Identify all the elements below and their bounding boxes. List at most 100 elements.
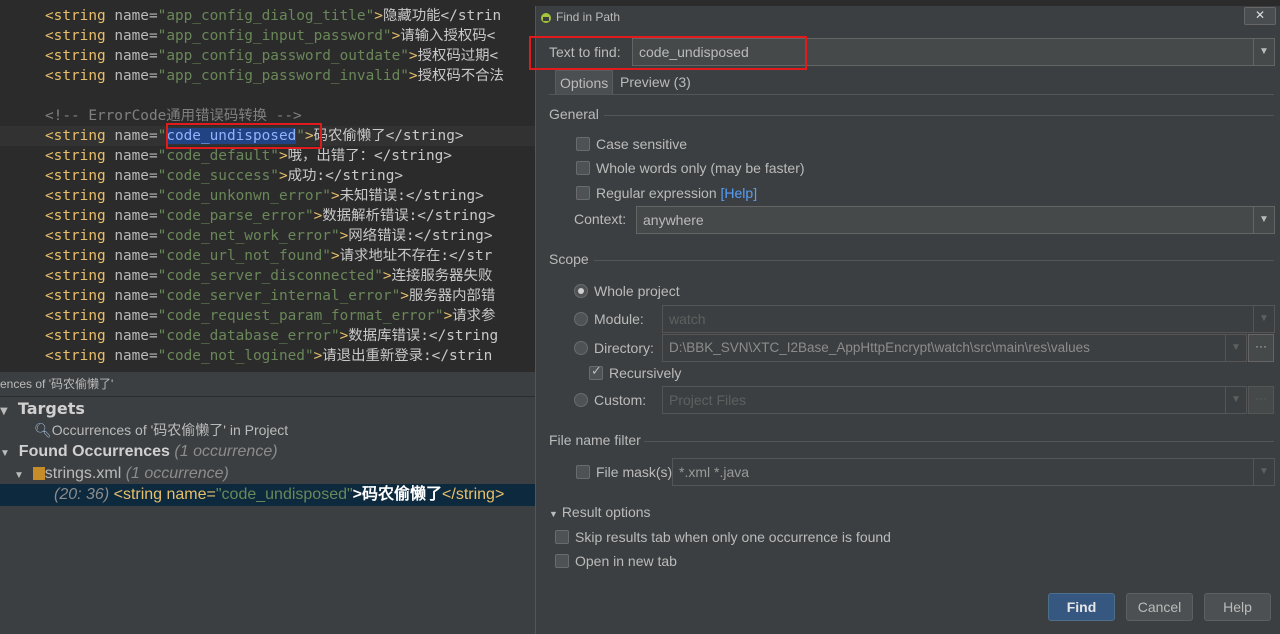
section-general: General xyxy=(549,106,599,122)
code-line[interactable]: <string name="code_database_error">数据库错误… xyxy=(0,326,498,346)
xml-attr: name= xyxy=(114,128,158,144)
xml-tag-open: <string xyxy=(45,188,115,204)
code-line[interactable]: <string name="code_server_internal_error… xyxy=(0,286,495,306)
code-line[interactable]: <string name="app_config_password_invali… xyxy=(0,66,504,86)
xml-tag-open: <string xyxy=(45,208,115,224)
directory-radio[interactable] xyxy=(574,341,588,355)
find-button[interactable]: Find xyxy=(1048,593,1115,621)
close-icon: ✕ xyxy=(1254,8,1266,22)
dialog-title-bar: Find in Path ✕ xyxy=(536,6,1280,30)
result-row[interactable]: (20: 36) <string name="code_undisposed">… xyxy=(54,484,504,506)
whole-words-checkbox[interactable] xyxy=(576,161,590,175)
whole-project-label: Whole project xyxy=(594,283,680,299)
xml-tag-open: <string xyxy=(45,308,115,324)
xml-attr: name= xyxy=(114,248,158,264)
tree-node-strings-xml[interactable]: ▼ strings.xml (1 occurrence) xyxy=(14,463,229,485)
code-line[interactable]: <string name="code_undisposed">码农偷懒了</st… xyxy=(0,126,464,146)
context-dropdown-arrow[interactable]: ▼ xyxy=(1253,206,1275,234)
code-line[interactable]: <string name="code_success">成功:</string> xyxy=(0,166,403,186)
scope-divider xyxy=(594,260,1274,261)
xml-attr-value: code_unkonwn_error xyxy=(166,188,323,204)
code-line[interactable]: <string name="code_parse_error">数据解析错误:<… xyxy=(0,206,495,226)
code-line[interactable]: <string name="app_config_dialog_title">隐… xyxy=(0,6,501,26)
tab-preview[interactable]: Preview (3) xyxy=(616,70,695,94)
module-select[interactable]: watch xyxy=(662,305,1254,333)
file-mask-dropdown-arrow[interactable]: ▼ xyxy=(1253,458,1275,486)
panel-title: ences of '码农偷懒了' xyxy=(0,372,535,397)
custom-dropdown-arrow[interactable]: ▼ xyxy=(1225,386,1247,414)
directory-input[interactable]: D:\BBK_SVN\XTC_I2Base_AppHttpEncrypt\wat… xyxy=(662,334,1226,362)
xml-attr-value: code_server_internal_error xyxy=(166,288,392,304)
android-icon xyxy=(540,11,552,23)
code-line[interactable]: <string name="code_url_not_found">请求地址不存… xyxy=(0,246,492,266)
code-line[interactable]: <string name="app_config_input_password"… xyxy=(0,26,495,46)
module-label: Module: xyxy=(594,311,644,327)
xml-tag-open: <string xyxy=(45,288,115,304)
tab-options[interactable]: Options xyxy=(555,70,614,95)
case-sensitive-checkbox[interactable] xyxy=(576,137,590,151)
code-line[interactable]: <string name="app_config_password_outdat… xyxy=(0,46,498,66)
tree-node-occurrences-in-project[interactable]: 🔍︎Occurrences of '码农偷懒了' in Project xyxy=(34,419,288,441)
custom-browse-button[interactable]: ··· xyxy=(1248,386,1274,414)
custom-select[interactable]: Project Files xyxy=(662,386,1226,414)
triangle-down-icon: ▼ xyxy=(549,509,558,519)
xml-attr: name= xyxy=(114,288,158,304)
custom-radio[interactable] xyxy=(574,393,588,407)
text-to-find-input[interactable]: code_undisposed xyxy=(632,38,1254,66)
file-mask-input[interactable]: *.xml *.java xyxy=(672,458,1254,486)
code-line[interactable]: <string name="code_net_work_error">网络错误:… xyxy=(0,226,492,246)
cancel-button[interactable]: Cancel xyxy=(1126,593,1193,621)
dialog-title: Find in Path xyxy=(556,10,621,24)
code-line[interactable]: <string name="code_request_param_format_… xyxy=(0,306,495,326)
close-button[interactable]: ✕ xyxy=(1244,7,1276,25)
directory-browse-button[interactable]: ··· xyxy=(1248,334,1274,362)
tree-node-found-occurrences[interactable]: ▼ Found Occurrences (1 occurrence) xyxy=(0,441,278,463)
xml-text: 隐藏功能</strin xyxy=(382,8,502,24)
regex-checkbox[interactable] xyxy=(576,186,590,200)
tree-node-targets[interactable]: ▼ Targets xyxy=(0,398,85,420)
search-icon: 🔍︎ xyxy=(34,423,52,439)
context-select[interactable]: anywhere xyxy=(636,206,1254,234)
module-dropdown-arrow[interactable]: ▼ xyxy=(1253,305,1275,333)
xml-text: 连接服务器失败 xyxy=(391,268,493,284)
history-dropdown-arrow[interactable]: ▼ xyxy=(1253,38,1275,66)
directory-label: Directory: xyxy=(594,340,654,356)
xml-tag-open: <string xyxy=(45,68,115,84)
xml-text: 成功:</string> xyxy=(287,168,404,184)
xml-text: 哦，出错了：</string> xyxy=(287,148,452,164)
xml-attr: name= xyxy=(114,8,158,24)
whole-project-radio[interactable] xyxy=(574,284,588,298)
regex-help-link[interactable]: [Help] xyxy=(721,185,758,201)
xml-attr: name= xyxy=(114,148,158,164)
find-in-path-dialog: Find in Path ✕ Text to find: code_undisp… xyxy=(529,6,1280,634)
skip-results-checkbox[interactable] xyxy=(555,530,569,544)
xml-tag-open: <string xyxy=(45,348,115,364)
result-options-toggle[interactable]: ▼ Result options xyxy=(549,504,651,520)
recursively-checkbox[interactable] xyxy=(589,363,603,380)
open-new-tab-checkbox[interactable] xyxy=(555,554,569,568)
code-editor[interactable]: <string name="app_config_dialog_title">隐… xyxy=(0,0,535,372)
xml-attr: name= xyxy=(114,168,158,184)
help-button[interactable]: Help xyxy=(1204,593,1271,621)
xml-tag-open: <string xyxy=(45,168,115,184)
whole-words-label: Whole words only (may be faster) xyxy=(596,160,805,176)
context-label: Context: xyxy=(574,211,627,227)
tabs-divider xyxy=(549,94,1274,95)
xml-tag-open: <string xyxy=(45,48,115,64)
code-line[interactable]: <string name="code_not_logined">请退出重新登录:… xyxy=(0,346,492,366)
xml-text: 数据库错误:</string xyxy=(348,328,499,344)
code-line[interactable]: <string name="code_server_disconnected">… xyxy=(0,266,492,286)
code-line[interactable]: <string name="code_default">哦，出错了：</stri… xyxy=(0,146,452,166)
section-file-name-filter: File name filter xyxy=(549,432,641,448)
xml-attr-value: code_parse_error xyxy=(166,208,305,224)
section-scope: Scope xyxy=(549,251,589,267)
xml-attr-value: app_config_password_invalid xyxy=(166,68,401,84)
open-new-tab-label: Open in new tab xyxy=(575,553,677,569)
file-mask-checkbox[interactable] xyxy=(576,465,590,479)
code-line[interactable]: <string name="code_unkonwn_error">未知错误:<… xyxy=(0,186,484,206)
directory-dropdown-arrow[interactable]: ▼ xyxy=(1225,334,1247,362)
xml-attr-value: app_config_dialog_title xyxy=(166,8,366,24)
code-line[interactable]: <!-- ErrorCode通用错误码转换 --> xyxy=(0,106,302,126)
module-radio[interactable] xyxy=(574,312,588,326)
xml-attr-value: code_undisposed xyxy=(166,128,297,144)
